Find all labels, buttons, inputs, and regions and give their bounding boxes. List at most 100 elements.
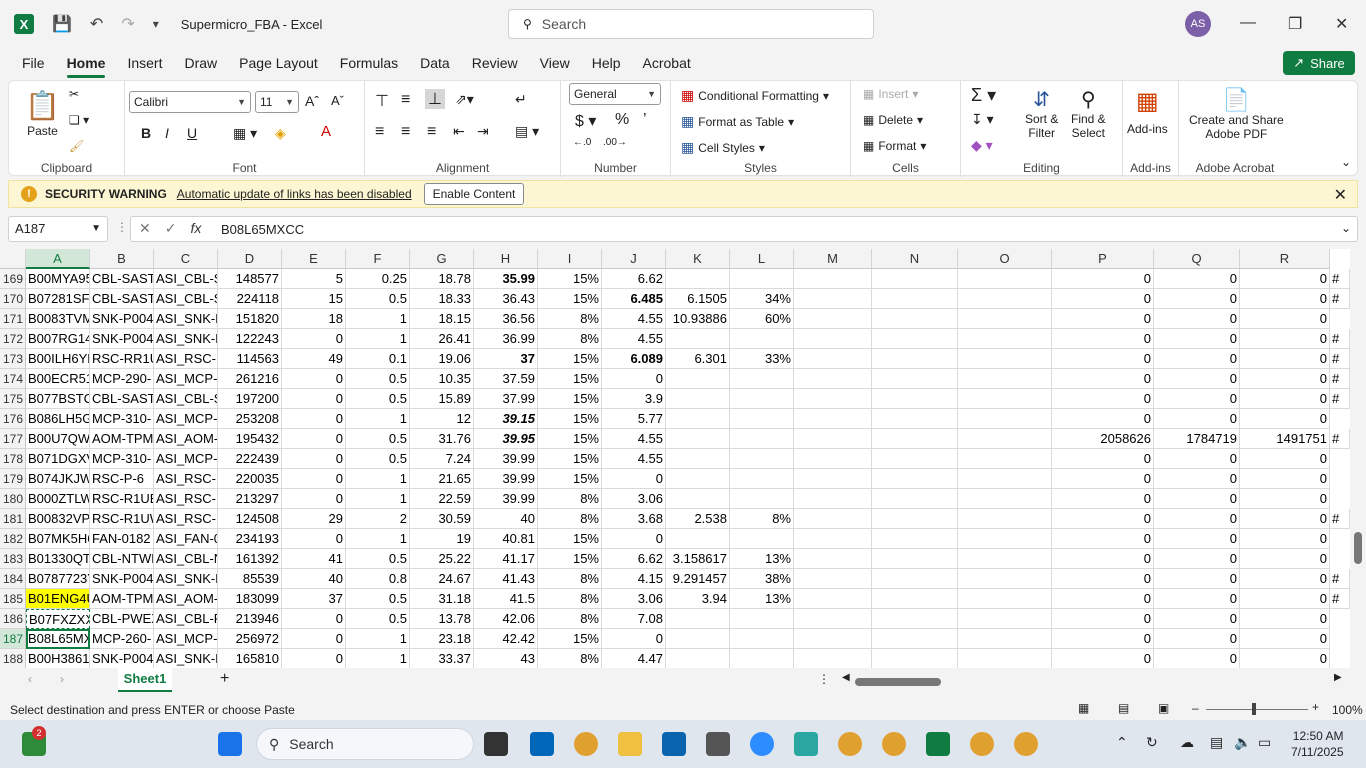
cell-l171[interactable]: 60% xyxy=(730,309,794,329)
cell-k171[interactable]: 10.93886 xyxy=(666,309,730,329)
cell-i174[interactable]: 15% xyxy=(538,369,602,389)
decrease-font-icon[interactable]: Aˇ xyxy=(331,93,344,108)
cell-n178[interactable] xyxy=(872,449,958,469)
cell-a183[interactable]: B01330QT xyxy=(26,549,90,569)
cell-r187[interactable]: 0 xyxy=(1240,629,1330,649)
zoom-in-icon[interactable]: + xyxy=(1312,700,1319,714)
cell-l176[interactable] xyxy=(730,409,794,429)
cell-l182[interactable] xyxy=(730,529,794,549)
cell-i181[interactable]: 8% xyxy=(538,509,602,529)
cell-i184[interactable]: 8% xyxy=(538,569,602,589)
cell-q180[interactable]: 0 xyxy=(1154,489,1240,509)
cell-b170[interactable]: CBL-SAST- xyxy=(90,289,154,309)
cell-o172[interactable] xyxy=(958,329,1052,349)
cell-l174[interactable] xyxy=(730,369,794,389)
cell-k187[interactable] xyxy=(666,629,730,649)
cut-icon[interactable]: ✂ xyxy=(69,87,79,101)
store-icon[interactable] xyxy=(530,732,554,756)
cell-e173[interactable]: 49 xyxy=(282,349,346,369)
cell-f183[interactable]: 0.5 xyxy=(346,549,410,569)
cell-d175[interactable]: 197200 xyxy=(218,389,282,409)
cell-r175[interactable]: 0 xyxy=(1240,389,1330,409)
collapse-ribbon-icon[interactable]: ⌄ xyxy=(1341,155,1351,169)
cell-r186[interactable]: 0 xyxy=(1240,609,1330,629)
column-header-i[interactable]: I xyxy=(538,249,602,269)
cell-e186[interactable]: 0 xyxy=(282,609,346,629)
cell-a187[interactable]: B08L65MX xyxy=(26,629,90,649)
cell-overflow[interactable]: # xyxy=(1330,269,1350,289)
cell-h181[interactable]: 40 xyxy=(474,509,538,529)
cell-e178[interactable]: 0 xyxy=(282,449,346,469)
cell-j181[interactable]: 3.68 xyxy=(602,509,666,529)
cell-g185[interactable]: 31.18 xyxy=(410,589,474,609)
cell-r171[interactable]: 0 xyxy=(1240,309,1330,329)
cell-k184[interactable]: 9.291457 xyxy=(666,569,730,589)
chrome-profile-icon[interactable] xyxy=(882,732,906,756)
cell-overflow[interactable]: # xyxy=(1330,289,1350,309)
cell-q182[interactable]: 0 xyxy=(1154,529,1240,549)
cell-b177[interactable]: AOM-TPM xyxy=(90,429,154,449)
undo-icon[interactable]: ↶ xyxy=(90,14,103,34)
cell-styles-button[interactable]: ▦ Cell Styles ▾ xyxy=(681,139,765,156)
cell-m179[interactable] xyxy=(794,469,872,489)
tab-help[interactable]: Help xyxy=(581,48,632,78)
cell-r169[interactable]: 0 xyxy=(1240,269,1330,289)
cell-h185[interactable]: 41.5 xyxy=(474,589,538,609)
cell-o188[interactable] xyxy=(958,649,1052,668)
cell-n184[interactable] xyxy=(872,569,958,589)
cell-c177[interactable]: ASI_AOM- xyxy=(154,429,218,449)
cell-l175[interactable] xyxy=(730,389,794,409)
chrome-profile-icon[interactable] xyxy=(838,732,862,756)
column-header-r[interactable]: R xyxy=(1240,249,1330,269)
cell-i179[interactable]: 15% xyxy=(538,469,602,489)
number-format-combo[interactable]: General ▼ xyxy=(569,83,661,105)
tab-review[interactable]: Review xyxy=(461,48,529,78)
cell-r177[interactable]: 1491751 xyxy=(1240,429,1330,449)
cell-q178[interactable]: 0 xyxy=(1154,449,1240,469)
cell-a179[interactable]: B074JKJW xyxy=(26,469,90,489)
cell-h172[interactable]: 36.99 xyxy=(474,329,538,349)
cell-a174[interactable]: B00ECR51 xyxy=(26,369,90,389)
cell-g174[interactable]: 10.35 xyxy=(410,369,474,389)
row-header[interactable]: 185 xyxy=(0,589,26,609)
cell-a182[interactable]: B07MK5H6 xyxy=(26,529,90,549)
cell-c175[interactable]: ASI_CBL-S xyxy=(154,389,218,409)
column-header-b[interactable]: B xyxy=(90,249,154,269)
cell-p186[interactable]: 0 xyxy=(1052,609,1154,629)
cell-a188[interactable]: B00H3861 xyxy=(26,649,90,668)
cell-n188[interactable] xyxy=(872,649,958,668)
row-header[interactable]: 173 xyxy=(0,349,26,369)
cell-f176[interactable]: 1 xyxy=(346,409,410,429)
cell-h183[interactable]: 41.17 xyxy=(474,549,538,569)
column-header-o[interactable]: O xyxy=(958,249,1052,269)
expand-formula-icon[interactable]: ⌄ xyxy=(1341,221,1351,235)
cell-h179[interactable]: 39.99 xyxy=(474,469,538,489)
cell-h180[interactable]: 39.99 xyxy=(474,489,538,509)
cell-i186[interactable]: 8% xyxy=(538,609,602,629)
cell-b186[interactable]: CBL-PWEX xyxy=(90,609,154,629)
cell-h170[interactable]: 36.43 xyxy=(474,289,538,309)
cell-o176[interactable] xyxy=(958,409,1052,429)
cell-i169[interactable]: 15% xyxy=(538,269,602,289)
zoom-app-icon[interactable] xyxy=(750,732,774,756)
cell-o181[interactable] xyxy=(958,509,1052,529)
find-select-button[interactable]: ⚲ Find & Select xyxy=(1071,87,1106,140)
cell-l187[interactable] xyxy=(730,629,794,649)
cell-l180[interactable] xyxy=(730,489,794,509)
cell-p177[interactable]: 2058626 xyxy=(1052,429,1154,449)
add-sheet-button[interactable]: + xyxy=(220,670,229,688)
row-header[interactable]: 177 xyxy=(0,429,26,449)
cell-q177[interactable]: 1784719 xyxy=(1154,429,1240,449)
cell-a175[interactable]: B077BSTC xyxy=(26,389,90,409)
cell-a184[interactable]: B0787723Y xyxy=(26,569,90,589)
row-header[interactable]: 181 xyxy=(0,509,26,529)
cell-p170[interactable]: 0 xyxy=(1052,289,1154,309)
cell-n180[interactable] xyxy=(872,489,958,509)
task-view-icon[interactable] xyxy=(484,732,508,756)
cell-a170[interactable]: B07281SFN xyxy=(26,289,90,309)
next-sheet-icon[interactable]: › xyxy=(60,672,64,686)
orientation-icon[interactable]: ⇗▾ xyxy=(455,91,474,108)
cell-b172[interactable]: SNK-P004 xyxy=(90,329,154,349)
cell-l184[interactable]: 38% xyxy=(730,569,794,589)
cell-g169[interactable]: 18.78 xyxy=(410,269,474,289)
